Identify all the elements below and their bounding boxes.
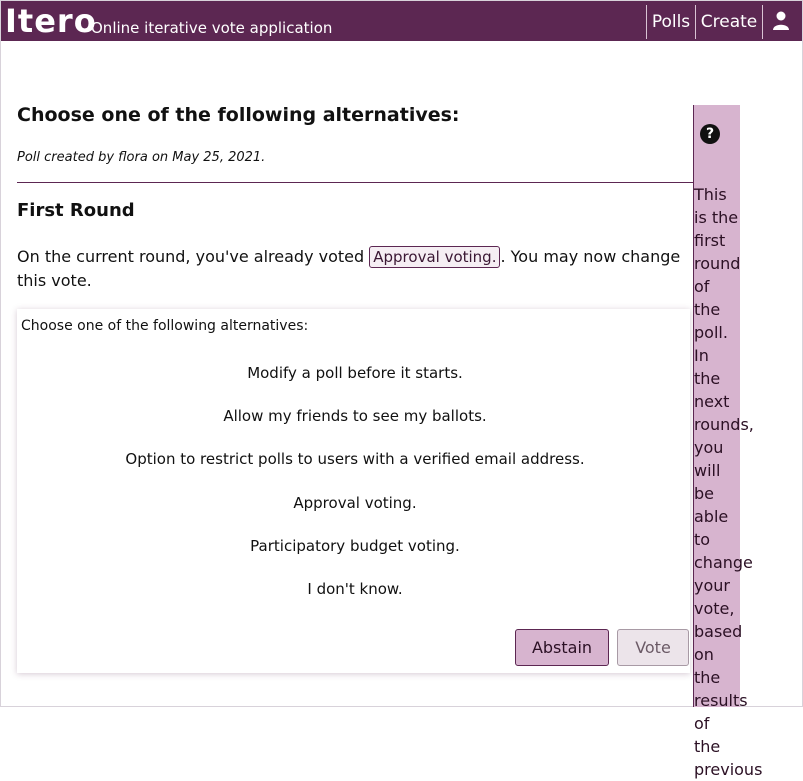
voted-prefix: On the current round, you've already vot… bbox=[17, 247, 365, 266]
question-icon[interactable]: ? bbox=[700, 124, 720, 144]
option-item[interactable]: I don't know. bbox=[17, 579, 693, 622]
option-item[interactable]: Approval voting. bbox=[17, 493, 693, 536]
voted-notice: On the current round, you've already vot… bbox=[17, 245, 687, 293]
help-text: This is the first round of the poll. In … bbox=[694, 185, 763, 779]
option-list: Modify a poll before it starts. Allow my… bbox=[17, 363, 693, 622]
ballot-card: Choose one of the following alternatives… bbox=[17, 309, 690, 673]
app-logo[interactable]: Itero bbox=[5, 1, 97, 41]
page-title: Choose one of the following alternatives… bbox=[17, 104, 460, 126]
poll-meta: Poll created by flora on May 25, 2021. bbox=[17, 150, 266, 165]
top-bar: Itero Online iterative vote application … bbox=[1, 1, 802, 41]
user-icon bbox=[773, 11, 789, 30]
nav-create[interactable]: Create bbox=[695, 5, 762, 39]
round-title: First Round bbox=[17, 200, 135, 221]
ballot-label: Choose one of the following alternatives… bbox=[21, 318, 309, 334]
help-panel: ? This is the first round of the poll. I… bbox=[693, 105, 762, 779]
option-item[interactable]: Allow my friends to see my ballots. bbox=[17, 406, 693, 449]
nav-polls[interactable]: Polls bbox=[646, 5, 695, 39]
option-item[interactable]: Modify a poll before it starts. bbox=[17, 363, 693, 406]
app-tagline: Online iterative vote application bbox=[91, 19, 333, 37]
abstain-button[interactable]: Abstain bbox=[515, 629, 609, 666]
nav-user[interactable] bbox=[762, 5, 799, 39]
option-item[interactable]: Participatory budget voting. bbox=[17, 536, 693, 579]
vote-button[interactable]: Vote bbox=[617, 629, 689, 666]
option-item[interactable]: Option to restrict polls to users with a… bbox=[17, 449, 693, 492]
divider bbox=[17, 182, 693, 183]
voted-choice-badge: Approval voting. bbox=[369, 246, 501, 268]
